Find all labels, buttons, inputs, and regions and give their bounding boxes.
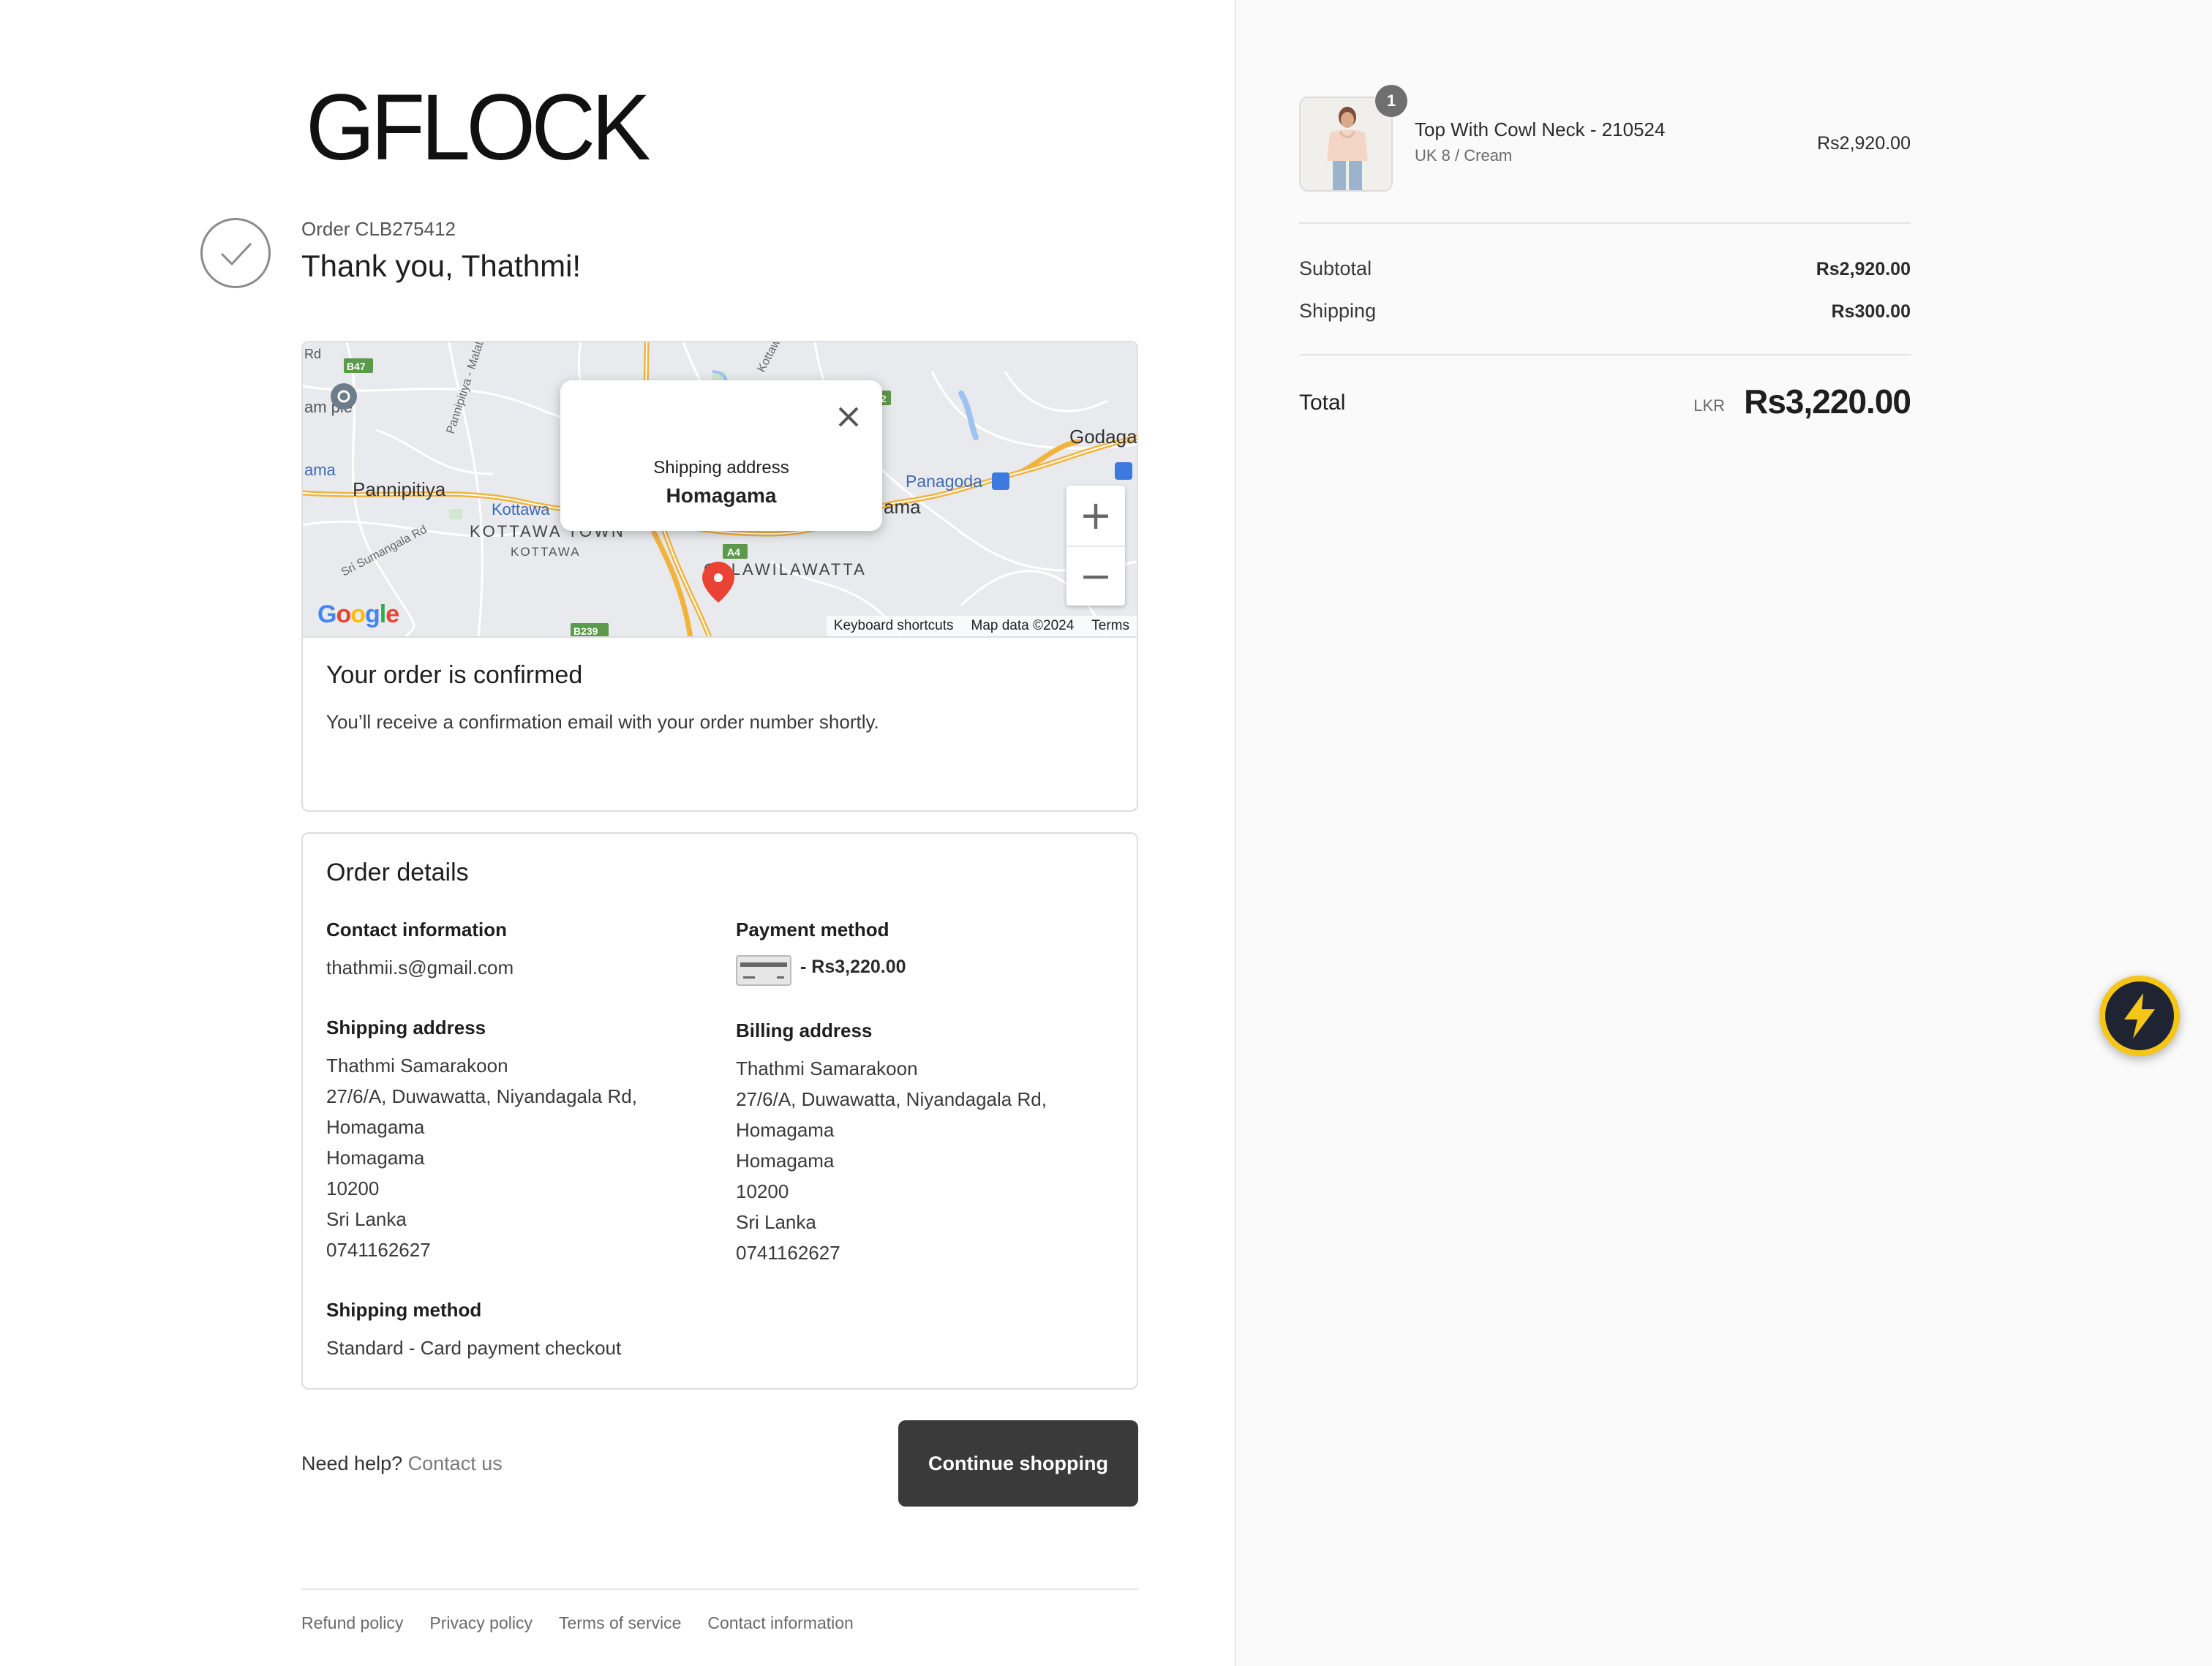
shipping-address-line: Homagama	[326, 1116, 425, 1138]
billing-address-line: 10200	[736, 1180, 789, 1202]
shipping-address-line: 10200	[326, 1177, 380, 1199]
billing-address-line: 27/6/A, Duwawatta, Niyandagala Rd,	[736, 1088, 1047, 1110]
refund-policy-link[interactable]: Refund policy	[301, 1613, 403, 1633]
order-summary-panel	[1235, 0, 2212, 1666]
credit-card-icon	[736, 955, 791, 986]
order-details-card: Order details Contact information thathm…	[301, 832, 1138, 1390]
terms-of-service-link[interactable]: Terms of service	[559, 1613, 681, 1633]
shipping-address-line: Thathmi Samarakoon	[326, 1055, 508, 1077]
keyboard-shortcuts-link[interactable]: Keyboard shortcuts	[834, 618, 954, 634]
popup-value: Homagama	[666, 484, 777, 507]
product-price: Rs2,920.00	[1817, 133, 1911, 154]
shipping-address-line: 0741162627	[326, 1239, 431, 1261]
shipping-method-label: Shipping method	[326, 1299, 482, 1321]
shipping-address-label: Shipping address	[326, 1017, 486, 1039]
billing-address-line: 0741162627	[736, 1242, 840, 1264]
billing-address-line: Sri Lanka	[736, 1211, 816, 1233]
map-label-rd: Rd	[304, 347, 321, 361]
road-badge-b239: B239	[573, 625, 598, 637]
map-label-panagoda: Panagoda	[906, 472, 982, 491]
subtotal-label: Subtotal	[1299, 257, 1372, 279]
shipping-value: Rs300.00	[1831, 301, 1911, 322]
confirm-text: You’ll receive a confirmation email with…	[326, 711, 879, 733]
map-terms-link[interactable]: Terms	[1091, 618, 1129, 634]
road-badge-a4: A4	[727, 546, 740, 558]
shipping-address-popup: Shipping address Homagama	[560, 380, 882, 531]
billing-address-line: Homagama	[736, 1119, 835, 1141]
need-help: Need help? Contact us	[301, 1452, 503, 1475]
shipping-label: Shipping	[1299, 300, 1377, 322]
zoom-controls: + −	[1066, 486, 1125, 606]
shipping-map[interactable]: Rd am ple ama Pannipitiya Kottawa KOTTAW…	[303, 342, 1137, 638]
map-data-credit: Map data ©2024	[971, 618, 1075, 633]
close-icon[interactable]	[835, 404, 862, 430]
contact-email: thathmii.s@gmail.com	[326, 957, 514, 979]
subtotal-value: Rs2,920.00	[1816, 259, 1911, 279]
google-logo[interactable]: Google	[317, 600, 399, 629]
order-number: Order CLB275412	[301, 218, 456, 240]
contact-info-label: Contact information	[326, 919, 507, 941]
check-circle-icon	[200, 218, 271, 288]
main-column: GFLOCK Order CLB275412 Thank you, Thathm…	[0, 0, 1235, 1666]
check-icon	[220, 242, 252, 266]
lightning-bolt-icon	[2124, 993, 2155, 1039]
total-currency: LKR	[1693, 396, 1725, 415]
thank-you-heading: Thank you, Thathmi!	[301, 249, 582, 283]
shipping-address-line: Sri Lanka	[326, 1208, 407, 1230]
payment-method-row: - Rs3,220.00	[736, 955, 1102, 987]
brand-logo[interactable]: GFLOCK	[306, 85, 650, 168]
map-label-kottawa-small: KOTTAWA	[511, 545, 581, 559]
continue-shopping-button[interactable]: Continue shopping	[898, 1420, 1138, 1507]
popup-label: Shipping address	[653, 458, 789, 478]
lightning-bolt-button[interactable]	[2099, 976, 2180, 1056]
privacy-policy-link[interactable]: Privacy policy	[429, 1613, 533, 1633]
confirm-title: Your order is confirmed	[326, 661, 583, 689]
map-label-pannipitiya: Pannipitiya	[353, 478, 446, 500]
billing-address-line: Homagama	[736, 1150, 835, 1172]
footer-divider	[301, 1588, 1138, 1590]
zoom-in-icon[interactable]: +	[1066, 486, 1125, 544]
payment-method-label: Payment method	[736, 919, 889, 941]
footer-links: Refund policy Privacy policy Terms of se…	[301, 1613, 854, 1633]
contact-us-link[interactable]: Contact us	[408, 1452, 503, 1474]
shipping-address-line: 27/6/A, Duwawatta, Niyandagala Rd,	[326, 1085, 637, 1107]
summary-divider	[1299, 354, 1911, 355]
billing-address-line: Thathmi Samarakoon	[736, 1058, 918, 1079]
map-label-godagama: Godaga	[1069, 426, 1137, 448]
shipping-method-value: Standard - Card payment checkout	[326, 1337, 622, 1359]
total-label: Total	[1299, 391, 1346, 415]
temple-icon	[331, 383, 357, 410]
shipping-address-line: Homagama	[326, 1147, 425, 1169]
product-variant: UK 8 / Cream	[1415, 146, 1513, 165]
contact-information-link[interactable]: Contact information	[707, 1613, 853, 1633]
map-label-kottawa: Kottawa	[492, 500, 550, 519]
product-name: Top With Cowl Neck - 210524	[1415, 118, 1666, 140]
summary-divider	[1299, 222, 1911, 224]
order-confirmed-card: Rd am ple ama Pannipitiya Kottawa KOTTAW…	[301, 341, 1138, 812]
need-help-text: Need help?	[301, 1452, 403, 1474]
billing-address-label: Billing address	[736, 1019, 873, 1041]
zoom-out-icon[interactable]: −	[1066, 546, 1125, 604]
map-label-ama-left: ama	[304, 461, 336, 479]
road-badge-b47: B47	[347, 361, 366, 372]
brand-logo-text: GFLOCK	[306, 85, 650, 168]
total-value: Rs3,220.00	[1744, 382, 1911, 421]
map-footer: Keyboard shortcuts Map data ©2024 Terms	[826, 616, 1137, 636]
map-label-homagama: ama	[884, 496, 921, 518]
payment-amount: - Rs3,220.00	[800, 957, 906, 977]
order-details-title: Order details	[326, 859, 469, 886]
quantity-badge: 1	[1375, 85, 1407, 117]
